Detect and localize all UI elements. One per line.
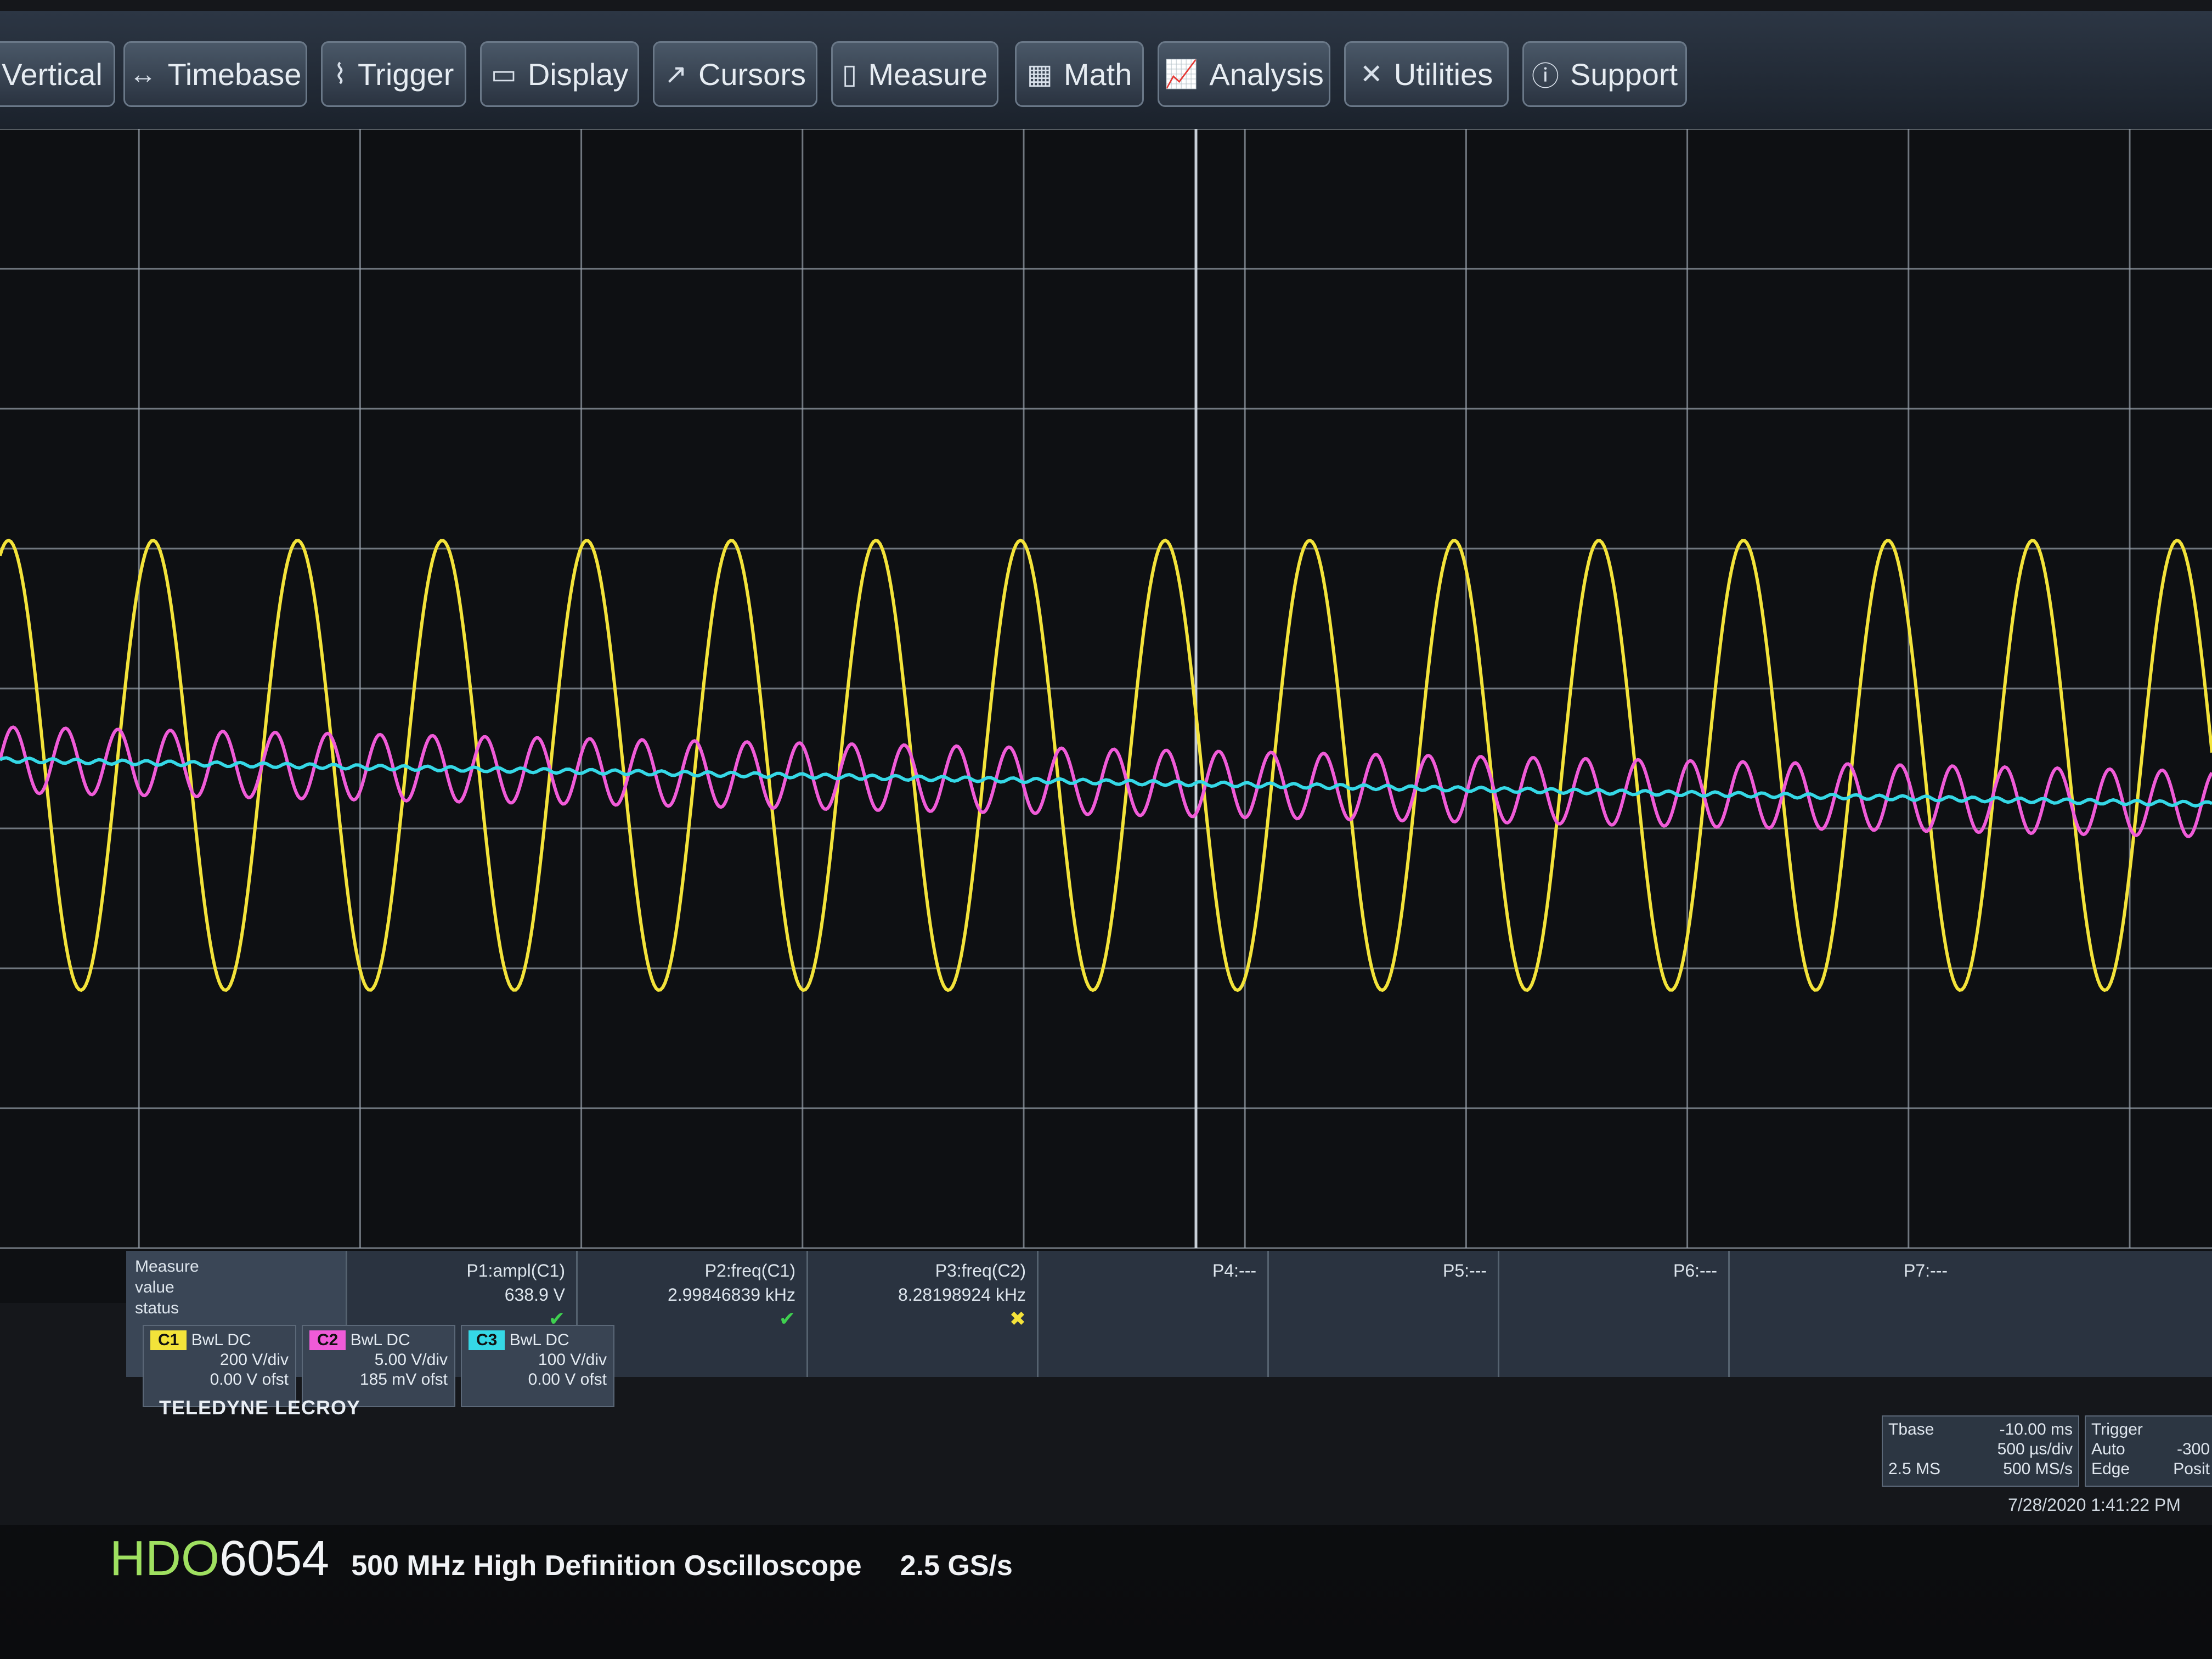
waveform-grid[interactable] [0, 129, 2212, 1303]
menu-measure-button[interactable]: ▯ Measure [831, 41, 998, 107]
menu-cursors-button[interactable]: ↗ Cursors [653, 41, 817, 107]
timebase-rate: 500 MS/s [2003, 1460, 2073, 1478]
timebase-label: Tbase [1888, 1420, 1934, 1438]
menu-vertical-label: Vertical [2, 57, 103, 92]
channel-c1-scale: 200 V/div [219, 1351, 289, 1369]
measure-p6-name: P6:--- [1673, 1261, 1717, 1280]
menu-bar: Vertical ↔ Timebase ⌇ Trigger ▭ Display … [0, 11, 2212, 129]
measure-p2-name: P2:freq(C1) [704, 1261, 795, 1280]
model-prefix: HDO [110, 1531, 219, 1586]
channel-c1-offset: 0.00 V ofst [210, 1370, 289, 1389]
display-icon: ▭ [490, 59, 517, 89]
channel-c3-tag: C3 [469, 1330, 505, 1350]
menu-analysis-label: Analysis [1209, 57, 1324, 92]
measure-p5-name: P5:--- [1443, 1261, 1487, 1280]
menu-timebase-label: Timebase [167, 57, 302, 92]
measure-p2-value: 2.99846839 kHz [667, 1285, 795, 1305]
brand-label: TELEDYNE LECROY [159, 1396, 361, 1419]
date-time: 7/28/2020 1:41:22 PM [2008, 1495, 2181, 1515]
sample-rate-label: 2.5 GS/s [900, 1550, 1013, 1582]
measure-header-status: status [135, 1299, 179, 1317]
measure-p3[interactable]: P3:freq(C2) 8.28198924 kHz ✖ [806, 1251, 1037, 1377]
channel-c1-coupling: BwL DC [191, 1331, 251, 1349]
math-icon: ▦ [1026, 59, 1053, 89]
measure-p4-name: P4:--- [1212, 1261, 1256, 1280]
menu-utilities-label: Utilities [1393, 57, 1493, 92]
measure-p3-name: P3:freq(C2) [935, 1261, 1026, 1280]
measure-p1-name: P1:ampl(C1) [466, 1261, 565, 1280]
trigger-level: -300 [2176, 1440, 2210, 1458]
channel-c1-tag: C1 [150, 1330, 187, 1350]
menu-analysis-button[interactable]: 📈 Analysis [1158, 41, 1330, 107]
timebase-scale: 500 µs/div [1997, 1440, 2073, 1458]
measure-icon: ▯ [842, 59, 857, 89]
channel-c2-coupling: BwL DC [350, 1331, 410, 1349]
menu-utilities-button[interactable]: ✕ Utilities [1344, 41, 1509, 107]
measure-p3-value: 8.28198924 kHz [898, 1285, 1026, 1305]
timebase-icon: ↔ [129, 59, 157, 89]
waveform-display [0, 129, 2212, 1249]
trigger-icon: ⌇ [333, 59, 347, 89]
measure-p1-value: 638.9 V [504, 1285, 565, 1305]
measure-p6[interactable]: P6:--- [1498, 1251, 1728, 1377]
front-panel-label: HDO6054 500 MHz High Definition Oscillos… [110, 1531, 1756, 1596]
measure-p7[interactable]: P7:--- [1728, 1251, 1959, 1377]
channel-c2-offset: 185 mV ofst [359, 1370, 448, 1389]
menu-support-label: Support [1570, 57, 1678, 92]
channel-c2-scale: 5.00 V/div [374, 1351, 448, 1369]
menu-math-button[interactable]: ▦ Math [1015, 41, 1144, 107]
menu-display-button[interactable]: ▭ Display [480, 41, 639, 107]
check-icon: ✔ [778, 1307, 795, 1330]
trigger-descriptor[interactable]: Trigger Auto -300 Edge Posit [2085, 1415, 2212, 1487]
channel-c3-scale: 100 V/div [538, 1351, 607, 1369]
timebase-samples: 2.5 MS [1888, 1460, 1941, 1478]
trigger-type: Edge [2091, 1460, 2130, 1478]
trigger-mode: Auto [2091, 1440, 2125, 1458]
trigger-label: Trigger [2091, 1420, 2143, 1438]
menu-trigger-label: Trigger [358, 57, 454, 92]
menu-display-label: Display [527, 57, 629, 92]
measure-header-title: Measure [135, 1257, 199, 1276]
measure-header-value: value [135, 1278, 174, 1296]
menu-trigger-button[interactable]: ⌇ Trigger [321, 41, 466, 107]
analysis-icon: 📈 [1164, 58, 1199, 89]
channel-c2-descriptor[interactable]: C2 BwL DC 5.00 V/div 185 mV ofst [302, 1325, 455, 1407]
menu-cursors-label: Cursors [698, 57, 806, 92]
model-number: 6054 [219, 1531, 330, 1586]
utilities-icon: ✕ [1359, 59, 1383, 89]
trigger-position: Posit [2173, 1460, 2210, 1478]
cursors-icon: ↗ [664, 59, 687, 89]
measure-p7-name: P7:--- [1904, 1261, 1948, 1280]
menu-vertical-button[interactable]: Vertical [0, 41, 115, 107]
channel-c3-offset: 0.00 V ofst [528, 1370, 607, 1389]
model-description: 500 MHz High Definition Oscilloscope [351, 1550, 862, 1582]
measure-p5[interactable]: P5:--- [1267, 1251, 1498, 1377]
channel-c3-coupling: BwL DC [509, 1331, 569, 1349]
menu-timebase-button[interactable]: ↔ Timebase [123, 41, 307, 107]
menu-math-label: Math [1063, 57, 1132, 92]
timebase-delay: -10.00 ms [1999, 1420, 2073, 1438]
channel-c1-descriptor[interactable]: C1 BwL DC 200 V/div 0.00 V ofst [143, 1325, 296, 1407]
support-icon: ⓘ [1531, 61, 1559, 92]
measure-p4[interactable]: P4:--- [1037, 1251, 1267, 1377]
menu-support-button[interactable]: ⓘ Support [1522, 41, 1687, 107]
menu-measure-label: Measure [868, 57, 988, 92]
oscilloscope-screen: Vertical ↔ Timebase ⌇ Trigger ▭ Display … [0, 0, 2212, 1525]
timebase-descriptor[interactable]: Tbase -10.00 ms 500 µs/div 2.5 MS 500 MS… [1882, 1415, 2079, 1487]
warning-icon: ✖ [1009, 1307, 1026, 1330]
channel-c3-descriptor[interactable]: C3 BwL DC 100 V/div 0.00 V ofst [461, 1325, 614, 1407]
channel-c2-tag: C2 [309, 1330, 346, 1350]
